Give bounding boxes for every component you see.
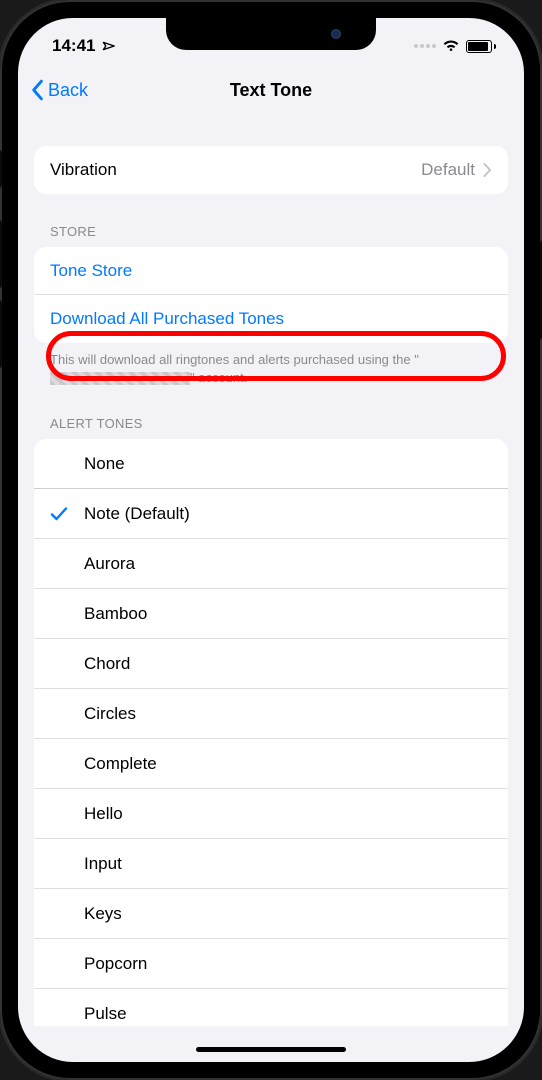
location-icon (99, 37, 116, 54)
tone-row[interactable]: Input (34, 839, 508, 889)
notch (166, 18, 376, 50)
home-indicator[interactable] (196, 1047, 346, 1052)
nav-header: Back Text Tone (18, 66, 524, 114)
tone-label: Keys (78, 904, 122, 924)
alert-tones-header: Alert Tones (34, 386, 508, 439)
wifi-icon (442, 39, 460, 53)
tone-label: Complete (78, 754, 157, 774)
volume-down-button (0, 300, 2, 368)
volume-up-button (0, 220, 2, 288)
tone-label: Chord (78, 654, 130, 674)
vibration-row[interactable]: Vibration Default (34, 146, 508, 194)
tone-row[interactable]: Keys (34, 889, 508, 939)
vibration-value: Default (421, 160, 492, 180)
mute-switch (0, 150, 2, 188)
tone-label: Input (78, 854, 122, 874)
download-tones-row[interactable]: Download All Purchased Tones (34, 295, 508, 343)
back-label: Back (48, 80, 88, 101)
tone-label: Pulse (78, 1004, 127, 1024)
checkmark-icon (50, 506, 78, 522)
tone-store-row[interactable]: Tone Store (34, 247, 508, 295)
tone-label: Note (Default) (78, 504, 190, 524)
tone-row[interactable]: Note (Default) (34, 489, 508, 539)
chevron-left-icon (30, 79, 44, 101)
tone-row[interactable]: Hello (34, 789, 508, 839)
status-left: 14:41 (52, 28, 114, 56)
front-camera (331, 29, 341, 39)
vibration-label: Vibration (50, 160, 117, 180)
tone-label: Bamboo (78, 604, 147, 624)
content: Vibration Default Store Tone Store Downl… (18, 114, 524, 1026)
page-title: Text Tone (230, 80, 312, 101)
tone-row[interactable]: Popcorn (34, 939, 508, 989)
tone-row[interactable]: Aurora (34, 539, 508, 589)
screen: 14:41 Back Text Tone (18, 18, 524, 1062)
battery-icon (466, 40, 497, 53)
tone-label: Hello (78, 804, 123, 824)
status-right (414, 31, 497, 53)
tone-label: Aurora (78, 554, 135, 574)
tone-label: Popcorn (78, 954, 147, 974)
status-time: 14:41 (52, 36, 95, 56)
tone-row[interactable]: Chord (34, 639, 508, 689)
tone-row[interactable]: Bamboo (34, 589, 508, 639)
redacted-account (50, 372, 190, 385)
download-tones-label: Download All Purchased Tones (50, 309, 284, 329)
tone-label: Circles (78, 704, 136, 724)
phone-frame: 14:41 Back Text Tone (0, 0, 542, 1080)
vibration-group: Vibration Default (34, 146, 508, 194)
tone-row[interactable]: Circles (34, 689, 508, 739)
tone-none-row[interactable]: None (34, 439, 508, 489)
store-footer: This will download all ringtones and ale… (34, 343, 508, 386)
back-button[interactable]: Back (30, 79, 88, 101)
alert-tones-group: None Note (Default) Aurora Bamboo Chord Circ… (34, 439, 508, 1026)
store-group: Tone Store Download All Purchased Tones (34, 247, 508, 343)
cellular-icon (414, 44, 436, 48)
chevron-right-icon (483, 163, 492, 177)
tone-store-label: Tone Store (50, 261, 132, 281)
store-header: Store (34, 194, 508, 247)
tone-none-label: None (84, 454, 125, 474)
tone-row[interactable]: Complete (34, 739, 508, 789)
tone-row[interactable]: Pulse (34, 989, 508, 1026)
